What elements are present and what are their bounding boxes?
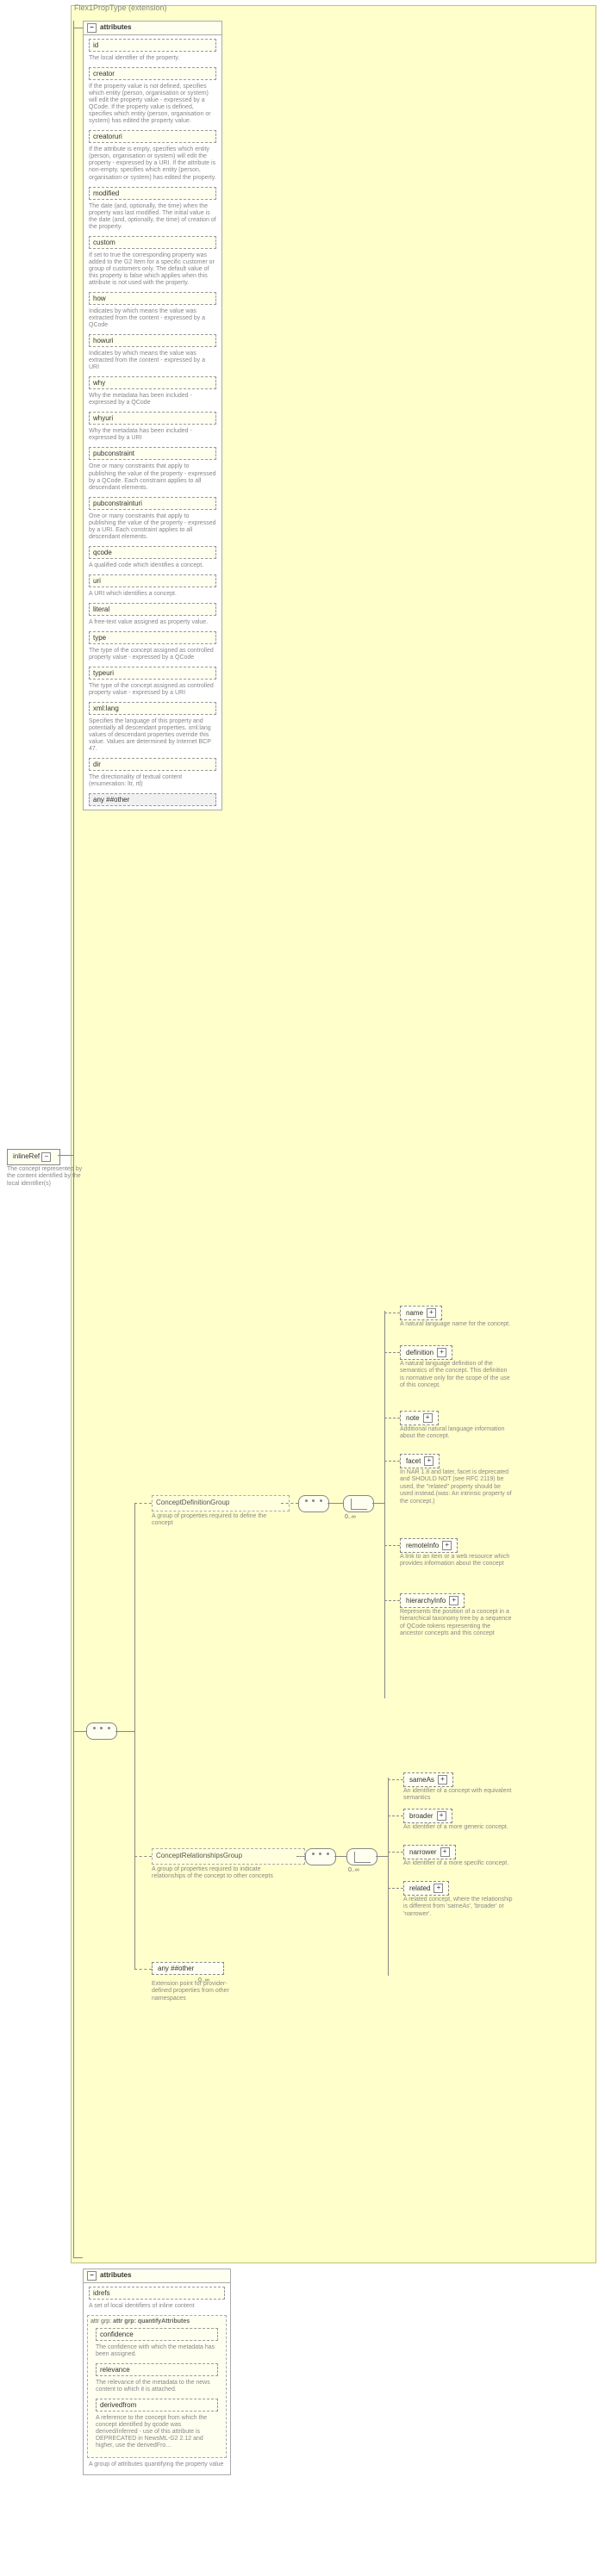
collapse-icon[interactable]: − [87,23,97,33]
attr-how[interactable]: how [89,292,216,305]
expand-icon[interactable]: + [433,1884,443,1893]
attr-creator[interactable]: creator [89,67,216,80]
attr-literal[interactable]: literal [89,603,216,616]
elem-narrower[interactable]: narrower+ [403,1845,456,1859]
attr-uri[interactable]: uri [89,574,216,587]
elem-definition[interactable]: definition+ [400,1345,452,1360]
elem-related[interactable]: related+ [403,1881,449,1896]
attr-dir[interactable]: dir [89,758,216,771]
attributes-panel-2: −attributes idrefs A set of local identi… [83,2269,231,2475]
attr-derivedfrom[interactable]: derivedfrom [96,2399,218,2412]
attr-why[interactable]: why [89,376,216,389]
inlineref-element[interactable]: inlineRef − [7,1149,60,1165]
expand-icon[interactable]: + [437,1348,446,1357]
collapse-icon[interactable]: − [41,1152,51,1162]
attr-relevance[interactable]: relevance [96,2363,218,2376]
expand-icon[interactable]: + [437,1811,446,1821]
attr-creatoruri[interactable]: creatoruri [89,130,216,143]
choice-crg[interactable] [346,1848,377,1865]
attributes-header-2[interactable]: −attributes [84,2269,230,2283]
elem-broader[interactable]: broader+ [403,1809,452,1823]
expand-icon[interactable]: + [449,1596,458,1605]
collapse-icon[interactable]: − [87,2271,97,2281]
attr-qcode[interactable]: qcode [89,546,216,559]
elem-facet[interactable]: facet+ [400,1454,440,1468]
crg-desc: A group of properties required to indica… [152,1866,290,1881]
attr-whyuri[interactable]: whyuri [89,412,216,425]
attr-xml:lang[interactable]: xml:lang [89,702,216,715]
attr-type[interactable]: type [89,631,216,644]
any-other-element[interactable]: any ##other [152,1962,224,1975]
inlineref-label: inlineRef [13,1152,40,1160]
expand-icon[interactable]: + [438,1775,447,1785]
concept-definition-group[interactable]: ConceptDefinitionGroup [152,1495,290,1511]
attr-pubconstraint[interactable]: pubconstraint [89,447,216,460]
main-vline [73,21,74,2257]
expand-icon[interactable]: + [440,1847,450,1857]
sequence-main[interactable] [86,1723,117,1740]
diagram-canvas: Flex1PropType (extension) inlineRef − Th… [0,0,605,2576]
attr-howuri[interactable]: howuri [89,334,216,347]
connector-root [58,1155,73,1156]
expand-icon[interactable]: + [423,1413,433,1423]
elem-hierarchyInfo[interactable]: hierarchyInfo+ [400,1593,465,1608]
expand-icon[interactable]: + [427,1308,436,1318]
cdg-desc: A group of properties required to define… [152,1513,281,1528]
elem-sameAs[interactable]: sameAs+ [403,1772,453,1787]
elem-name[interactable]: name+ [400,1306,442,1320]
seq-cdg[interactable] [298,1495,329,1512]
seq-crg[interactable] [305,1848,336,1865]
concept-relationships-group[interactable]: ConceptRelationshipsGroup [152,1848,305,1865]
choice-cdg[interactable] [343,1495,374,1512]
any-other-attr[interactable]: any ##other [89,793,216,806]
elem-remoteInfo[interactable]: remoteInfo+ [400,1538,458,1553]
idrefs-attr[interactable]: idrefs [89,2287,225,2300]
attr-pubconstrainturi[interactable]: pubconstrainturi [89,497,216,510]
elem-note[interactable]: note+ [400,1411,439,1425]
attributes-header-1[interactable]: −attributes [84,22,221,35]
expand-icon[interactable]: + [424,1456,433,1466]
attr-typeuri[interactable]: typeuri [89,667,216,680]
attr-custom[interactable]: custom [89,236,216,249]
attr-confidence[interactable]: confidence [96,2328,218,2341]
flex1proptype-title: Flex1PropType (extension) [74,3,167,12]
attr-modified[interactable]: modified [89,187,216,200]
expand-icon[interactable]: + [442,1541,452,1550]
attr-id[interactable]: id [89,39,216,52]
attributes-panel-1: −attributes idThe local identifier of th… [83,21,222,810]
